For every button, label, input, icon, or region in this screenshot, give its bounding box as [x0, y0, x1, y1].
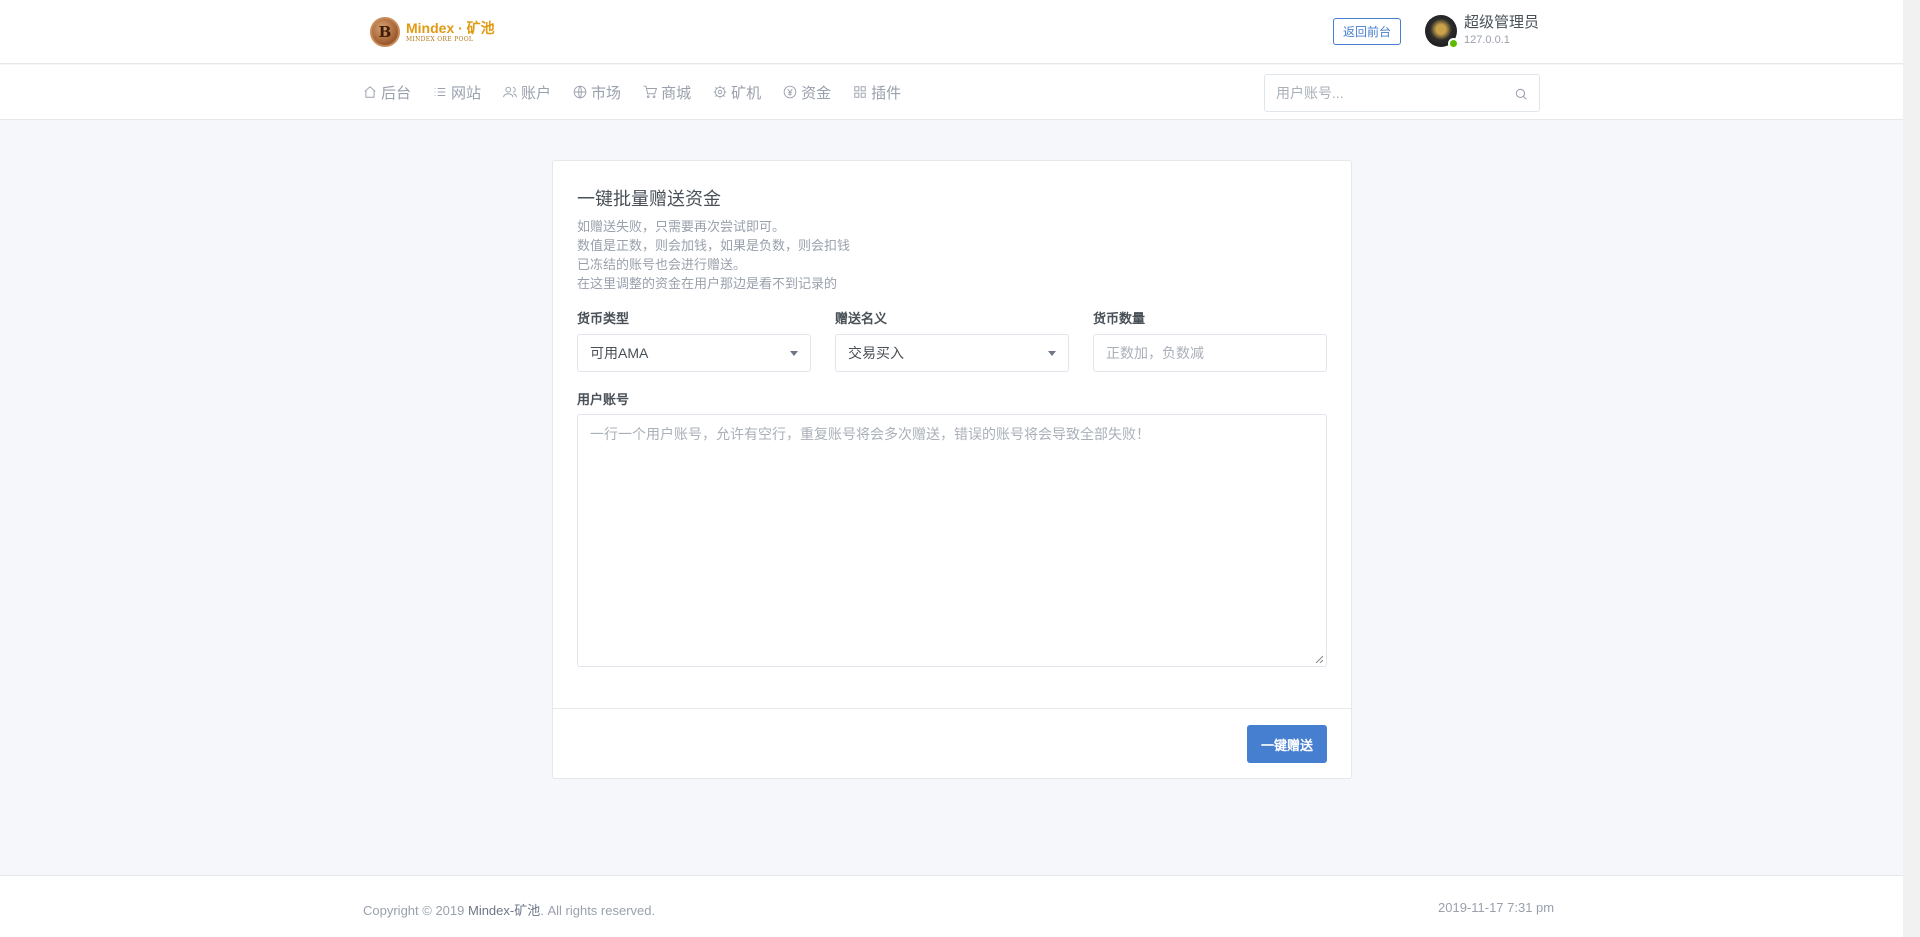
grid-icon	[854, 86, 866, 98]
nav-item-label: 资金	[801, 84, 832, 102]
currency-type-select[interactable]: 可用AMA	[577, 334, 811, 372]
cart-icon	[643, 85, 658, 99]
avatar[interactable]	[1425, 14, 1459, 49]
note-line: 已冻结的账号也会进行赠送。	[577, 257, 747, 272]
gift-reason-value: 交易买入	[848, 345, 904, 361]
amount-input[interactable]	[1094, 335, 1326, 371]
nav-item-label: 后台	[381, 84, 412, 102]
nav-item-plugins[interactable]: 插件	[853, 82, 901, 103]
note-line: 数值是正数，则会加钱，如果是负数，则会扣钱	[577, 238, 851, 253]
amount-label: 货币数量	[1093, 311, 1146, 326]
accounts-textarea[interactable]	[578, 415, 1326, 666]
nav-item-website[interactable]: 网站	[433, 82, 481, 103]
nav-item-label: 矿机	[731, 84, 762, 102]
accounts-field-wrapper	[577, 414, 1327, 667]
user-ip: 127.0.0.1	[1464, 34, 1510, 46]
main-nav: 后台 网站 账户 市场 商城 矿机 资金 插件	[0, 65, 1903, 120]
user-name: 超级管理员	[1464, 14, 1540, 31]
gift-reason-select[interactable]: 交易买入	[835, 334, 1069, 372]
server-time: 2019-11-17 7:31 pm	[1438, 900, 1555, 915]
back-to-frontend-button[interactable]: 返回前台	[1333, 18, 1401, 45]
user-menu[interactable]: 超级管理员 127.0.0.1	[1425, 14, 1540, 49]
copyright: Copyright © 2019 Mindex-矿池. All rights r…	[363, 903, 656, 918]
bitcoin-coin-icon: B	[370, 17, 400, 47]
nav-item-label: 市场	[591, 84, 622, 102]
card-footer: 一键赠送	[553, 708, 1351, 778]
amount-field-wrapper	[1093, 334, 1327, 372]
nav-item-dashboard[interactable]: 后台	[363, 82, 411, 103]
nav-item-miners[interactable]: 矿机	[713, 82, 761, 103]
nav-item-shop[interactable]: 商城	[643, 82, 691, 103]
nav-item-label: 网站	[451, 84, 482, 102]
resize-handle-icon[interactable]	[1315, 655, 1323, 663]
nav-item-accounts[interactable]: 账户	[503, 82, 551, 103]
vertical-scrollbar[interactable]	[1903, 0, 1920, 937]
logo-title: Mindex · 矿池	[406, 20, 495, 36]
note-line: 如赠送失败，只需要再次尝试即可。	[577, 219, 786, 234]
nav-item-funds[interactable]: 资金	[783, 82, 831, 103]
gift-submit-button[interactable]: 一键赠送	[1247, 725, 1327, 763]
users-icon	[503, 86, 517, 98]
search-input[interactable]	[1265, 75, 1539, 111]
site-logo[interactable]: B Mindex · 矿池 MINDEX ORE POOL	[370, 17, 495, 47]
online-status-dot	[1448, 37, 1459, 49]
top-header: B Mindex · 矿池 MINDEX ORE POOL 返回前台 超级管理员…	[0, 0, 1903, 64]
user-search	[1264, 74, 1540, 112]
gift-reason-label: 赠送名义	[835, 311, 888, 326]
globe-icon	[573, 85, 587, 99]
chevron-down-icon	[1048, 351, 1056, 356]
search-icon[interactable]	[1514, 87, 1528, 101]
copyright-brand-link[interactable]: Mindex-矿池	[468, 903, 540, 918]
chevron-down-icon	[790, 351, 798, 356]
note-line: 在这里调整的资金在用户那边是看不到记录的	[577, 276, 838, 291]
nav-item-label: 商城	[661, 84, 692, 102]
money-icon	[783, 85, 797, 99]
instructions: 如赠送失败，只需要再次尝试即可。 数值是正数，则会加钱，如果是负数，则会扣钱 已…	[577, 217, 850, 293]
nav-item-label: 插件	[871, 84, 902, 102]
cpu-icon	[713, 85, 727, 99]
accounts-label: 用户账号	[577, 392, 630, 407]
nav-item-market[interactable]: 市场	[573, 82, 621, 103]
bulk-gift-card: 一键批量赠送资金 如赠送失败，只需要再次尝试即可。 数值是正数，则会加钱，如果是…	[552, 160, 1352, 779]
home-icon	[364, 86, 376, 98]
nav-item-label: 账户	[521, 84, 552, 102]
currency-type-label: 货币类型	[577, 311, 630, 326]
list-icon	[434, 88, 446, 96]
logo-subtitle: MINDEX ORE POOL	[406, 36, 474, 43]
page-title: 一键批量赠送资金	[577, 189, 721, 209]
currency-type-value: 可用AMA	[590, 345, 649, 361]
page-footer: Copyright © 2019 Mindex-矿池. All rights r…	[0, 875, 1903, 937]
